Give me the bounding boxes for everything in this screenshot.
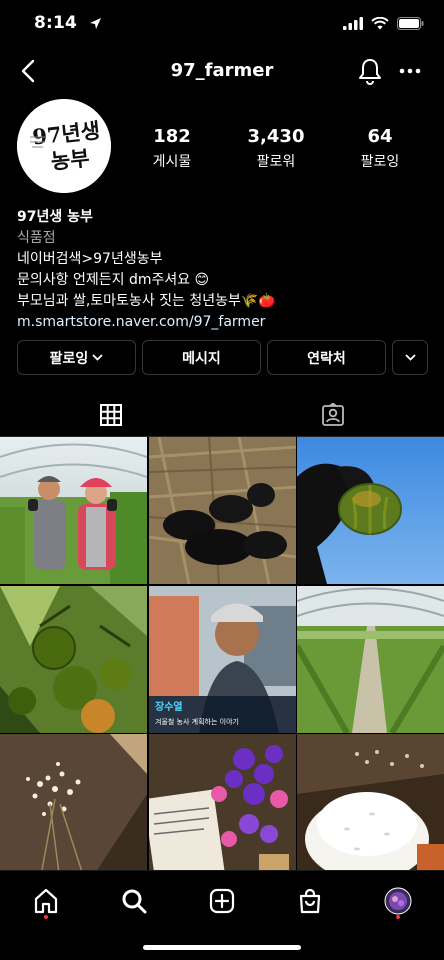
stat-following[interactable]: 64 팔로잉 [328,126,432,171]
stat-followers[interactable]: 3,430 팔로워 [224,126,328,171]
nav-create-button[interactable] [200,883,244,919]
post-thumbnail-puppies[interactable] [148,437,296,584]
post-thumbnail-purple-flowers[interactable] [148,734,296,881]
bio-line-1: 네이버검색>97년생농부 [17,251,163,267]
post-thumbnail-green-tomatoes[interactable] [0,585,147,733]
post-thumbnail-farmers[interactable] [0,437,147,584]
profile-avatar-icon [384,887,412,915]
following-button-label: 팔로잉 [49,350,89,367]
bio-line-2: 문의사항 언제든지 dm주셔요 😊 [17,272,210,288]
stat-followers-label: 팔로워 [256,154,296,170]
tagged-icon [322,402,344,426]
stat-posts-value: 182 [153,126,191,147]
search-icon [122,889,147,914]
post-thumbnail-tomato-hand[interactable] [297,437,444,584]
post-thumbnail-tv-interview[interactable]: 장수열 겨울철 농사 계획하는 이야기 [148,585,296,733]
message-button-label: 메시지 [182,350,221,367]
profile-notification-dot [396,915,400,919]
home-notification-dot [44,915,48,919]
profile-actions: 팔로잉 메시지 연락처 [17,340,428,375]
following-button[interactable]: 팔로잉 [17,340,136,375]
profile-category: 식품점 [17,230,56,246]
bio-website-link[interactable]: m.smartstore.naver.com/97_farmer [17,312,427,333]
nav-profile-button[interactable] [376,883,420,919]
top-nav: 97_farmer [0,46,444,98]
profile-tabs [0,392,444,437]
home-icon [34,888,58,914]
avatar-logo-bottom: 농부 [50,145,91,174]
post-thumbnail-greenhouse[interactable] [297,585,444,733]
home-indicator [143,945,301,950]
wifi-icon [371,15,389,34]
tv-caption-name: 장수열 [155,700,183,713]
bio-line-3: 부모님과 쌀,토마토농사 짓는 청년농부🌾🍅 [17,293,276,309]
profile-avatar[interactable]: 97년생 농부 [17,99,111,193]
signal-icon [343,15,363,34]
tab-tagged[interactable] [222,392,444,437]
nav-shop-button[interactable] [288,883,332,919]
profile-display-name: 97년생 농부 [17,209,93,225]
more-horizontal-icon [399,68,421,74]
nav-search-button[interactable] [112,883,156,919]
contact-button[interactable]: 연락처 [267,340,386,375]
post-thumbnail-babys-breath[interactable] [0,734,147,881]
message-button[interactable]: 메시지 [142,340,261,375]
chevron-down-icon [404,354,416,361]
profile-stats: 182 게시물 3,430 팔로워 64 팔로잉 [120,126,434,171]
status-indicators [343,15,424,34]
tab-posts-grid[interactable] [0,392,222,437]
suggested-accounts-button[interactable] [392,340,428,375]
status-bar: 8:14 [0,0,444,46]
status-time: 8:14 [34,13,78,33]
stat-posts[interactable]: 182 게시물 [120,126,224,171]
location-arrow-icon [89,15,102,34]
nav-home-button[interactable] [24,883,68,919]
post-thumbnail-rice[interactable] [297,734,444,881]
shopping-bag-icon [299,888,321,914]
more-options-button[interactable] [396,58,424,84]
bell-icon [359,59,381,85]
tv-caption-subtitle: 겨울철 농사 계획하는 이야기 [155,717,239,726]
stat-posts-label: 게시물 [152,154,192,170]
plus-square-icon [209,888,235,914]
stat-following-value: 64 [367,126,393,147]
battery-icon [397,15,424,34]
posts-grid: 장수열 겨울철 농사 계획하는 이야기 [0,437,444,881]
stat-followers-value: 3,430 [247,126,305,147]
notifications-button[interactable] [356,57,384,85]
chevron-down-icon [92,354,103,361]
stat-following-label: 팔로잉 [360,154,400,170]
grid-icon [100,403,122,426]
profile-bio: 97년생 농부 식품점 네이버검색>97년생농부 문의사항 언제든지 dm주셔요… [17,207,427,333]
contact-button-label: 연락처 [307,350,346,367]
